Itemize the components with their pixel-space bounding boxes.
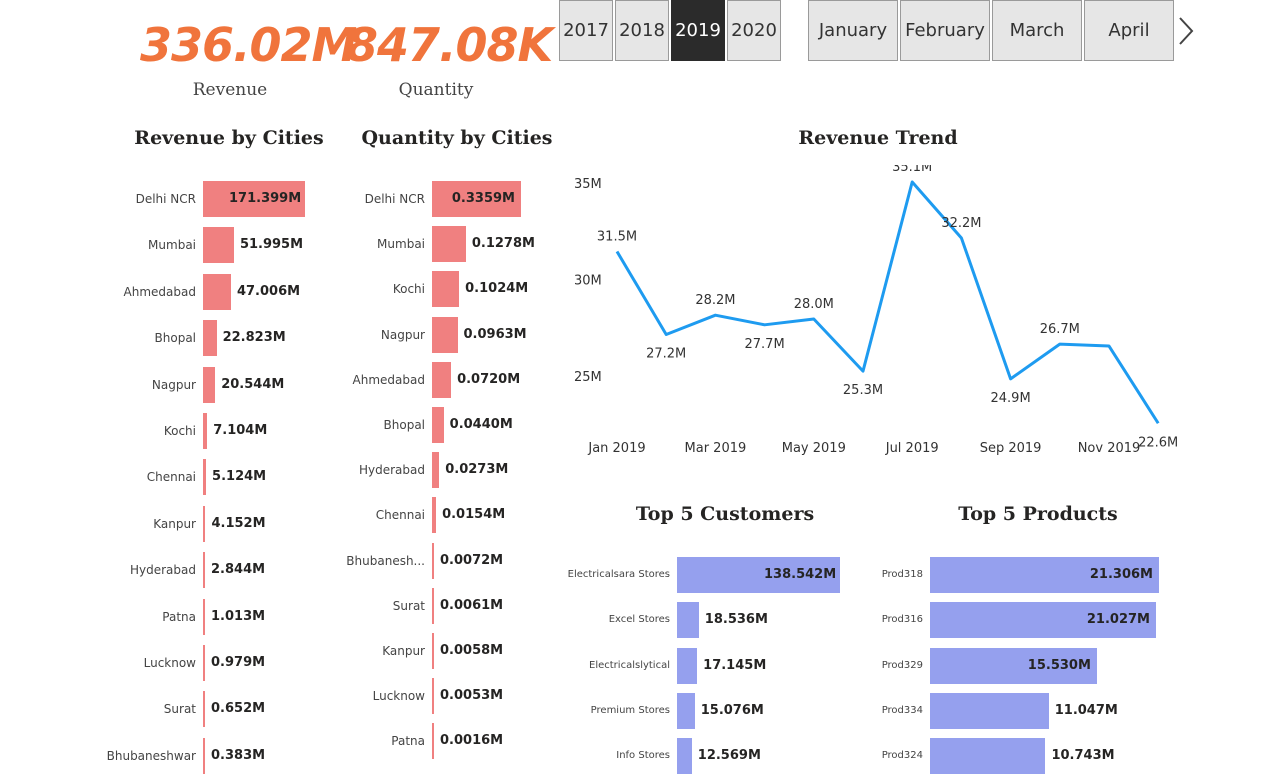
x-tick-label: Jan 2019: [587, 441, 645, 456]
product-category-label: Prod334: [881, 704, 923, 716]
quantity-city-bar[interactable]: [432, 226, 466, 263]
quantity-city-category-label: Nagpur: [380, 327, 425, 342]
quantity-city-bar[interactable]: [432, 497, 437, 534]
revenue-trend-title: Revenue Trend: [798, 127, 958, 149]
quantity-city-category-label: Kochi: [392, 282, 425, 297]
month-button-february[interactable]: February: [900, 0, 990, 61]
trend-data-label: 24.9M: [991, 391, 1031, 406]
product-value-label: 15.530M: [1027, 657, 1091, 673]
top-customers-title: Top 5 Customers: [635, 503, 815, 525]
quantity-city-value-label: 0.1278M: [471, 236, 535, 252]
product-category-label: Prod318: [881, 569, 923, 580]
x-tick-label: Sep 2019: [980, 441, 1042, 456]
quantity-city-category-label: Chennai: [375, 508, 425, 523]
year-button-2019[interactable]: 2019: [671, 0, 725, 61]
month-button-january[interactable]: January: [808, 0, 898, 61]
trend-data-label: 25.3M: [843, 383, 883, 398]
revenue-kpi-card: 336.02M Revenue: [140, 18, 357, 100]
quantity-city-value-label: 0.1024M: [465, 281, 529, 297]
product-value-label: 11.047M: [1054, 702, 1118, 718]
revenue-kpi-value: 336.02M: [140, 18, 357, 72]
trend-data-label: 32.2M: [941, 216, 981, 231]
trend-data-label: 28.2M: [695, 293, 735, 308]
trend-data-label: 22.6M: [1138, 435, 1178, 450]
quantity-city-category-label: Mumbai: [377, 237, 425, 252]
trend-data-label: 31.5M: [597, 229, 637, 244]
quantity-city-category-label: Delhi NCR: [364, 192, 425, 206]
year-button-2020[interactable]: 2020: [727, 0, 781, 61]
quantity-kpi-card: 847.08K Quantity: [346, 18, 553, 100]
y-tick-label: 35M: [574, 177, 602, 192]
x-tick-label: Nov 2019: [1078, 441, 1141, 456]
quantity-kpi-value: 847.08K: [346, 18, 553, 72]
trend-data-label: 26.7M: [1040, 322, 1080, 337]
year-slicer: 2017 2018 2019 2020: [559, 0, 783, 61]
revenue-kpi-label: Revenue: [192, 80, 268, 100]
quantity-city-category-label: Ahmedabad: [352, 372, 425, 387]
quantity-city-bar[interactable]: [432, 316, 458, 353]
year-button-2018[interactable]: 2018: [615, 0, 669, 61]
quantity-city-value-label: 0.0440M: [449, 417, 513, 432]
product-bar[interactable]: [930, 692, 1049, 729]
quantity-kpi-label: Quantity: [398, 80, 474, 100]
quantity-city-bar[interactable]: [432, 407, 444, 443]
trend-data-label: 27.7M: [745, 337, 785, 352]
trend-data-label: 28.0M: [794, 297, 834, 312]
x-tick-label: Mar 2019: [685, 441, 747, 456]
quantity-city-value-label: 0.0154M: [442, 507, 506, 523]
quantity-city-bar[interactable]: [432, 452, 440, 489]
quantity-by-cities-title: Quantity by Cities: [361, 127, 553, 149]
product-value-label: 21.027M: [1086, 612, 1150, 628]
quantity-city-value-label: 0.0720M: [457, 371, 521, 387]
revenue-by-cities-title: Revenue by Cities: [134, 127, 324, 149]
quantity-city-bar[interactable]: [432, 361, 452, 398]
quantity-city-bar[interactable]: [432, 271, 460, 308]
product-category-label: Prod329: [881, 659, 923, 671]
trend-data-label: 27.2M: [646, 346, 686, 361]
quantity-city-value-label: 0.0963M: [463, 326, 527, 342]
x-tick-label: Jul 2019: [885, 441, 939, 456]
quantity-city-category-label: Bhopal: [383, 418, 425, 432]
revenue-trend-chart: 35M 30M 25M 31.5M 27.2M 28.2M 27.7M 28.0M 25.3M 3…: [574, 165, 1178, 456]
month-slicer: January February March April: [808, 0, 1176, 61]
product-category-label: Prod316: [881, 614, 923, 626]
quantity-city-value-label: 0.3359M: [451, 191, 515, 206]
y-tick-label: 25M: [574, 370, 602, 385]
month-button-march[interactable]: March: [992, 0, 1082, 61]
quantity-city-category-label: Hyderabad: [359, 463, 425, 478]
year-button-2017[interactable]: 2017: [559, 0, 613, 61]
product-value-label: 21.306M: [1089, 567, 1153, 582]
top-products-title: Top 5 Products: [958, 503, 1118, 525]
month-button-april[interactable]: April: [1084, 0, 1174, 61]
chevron-right-icon[interactable]: [1176, 14, 1198, 48]
y-tick-label: 30M: [574, 273, 602, 288]
quantity-city-value-label: 0.0273M: [445, 462, 509, 478]
x-tick-label: May 2019: [782, 441, 846, 456]
trend-data-label: 35.1M: [892, 165, 932, 175]
